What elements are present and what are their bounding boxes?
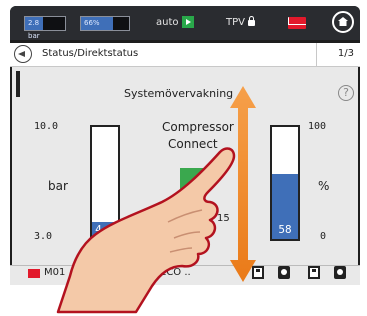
percent-badge-fill: 66% [81, 17, 113, 30]
top-status-bar: 2.8 bar 66% auto TPV [10, 6, 360, 40]
right-gauge-max: 100 [308, 121, 327, 132]
night-mode-icon[interactable] [278, 266, 290, 279]
pressure-badge-fill: 2.8 bar [25, 17, 43, 40]
mail-icon[interactable] [28, 269, 40, 278]
help-icon[interactable]: ? [338, 85, 354, 101]
page-title: Status/Direktstatus [42, 48, 139, 59]
right-gauge-unit: % [318, 179, 330, 193]
scroll-handle[interactable] [16, 71, 20, 97]
tpv-label: TPV [226, 17, 245, 28]
back-arrow-icon[interactable] [14, 45, 32, 63]
schedule-icon[interactable] [308, 266, 320, 279]
capacity-gauge-bar: 58 [270, 125, 300, 241]
page-indicator: 1/3 [337, 48, 354, 59]
mail-icon[interactable] [288, 17, 306, 29]
home-icon[interactable] [332, 11, 354, 33]
night-mode-icon[interactable] [334, 266, 346, 279]
capacity-value: 58 [278, 223, 292, 236]
panel-title: Systemövervakning [124, 87, 234, 100]
navigation-bar: Status/Direktstatus 1/3 [10, 43, 360, 67]
lock-icon [248, 16, 255, 26]
mode-label: auto [156, 17, 179, 28]
pointing-hand-icon [56, 147, 236, 314]
left-gauge-min: 3.0 [34, 231, 53, 242]
play-icon[interactable] [182, 16, 194, 28]
pressure-badge: 2.8 bar [24, 16, 66, 40]
right-gauge-min: 0 [320, 231, 327, 242]
nav-divider [316, 43, 317, 66]
percent-badge: 66% [80, 16, 130, 31]
